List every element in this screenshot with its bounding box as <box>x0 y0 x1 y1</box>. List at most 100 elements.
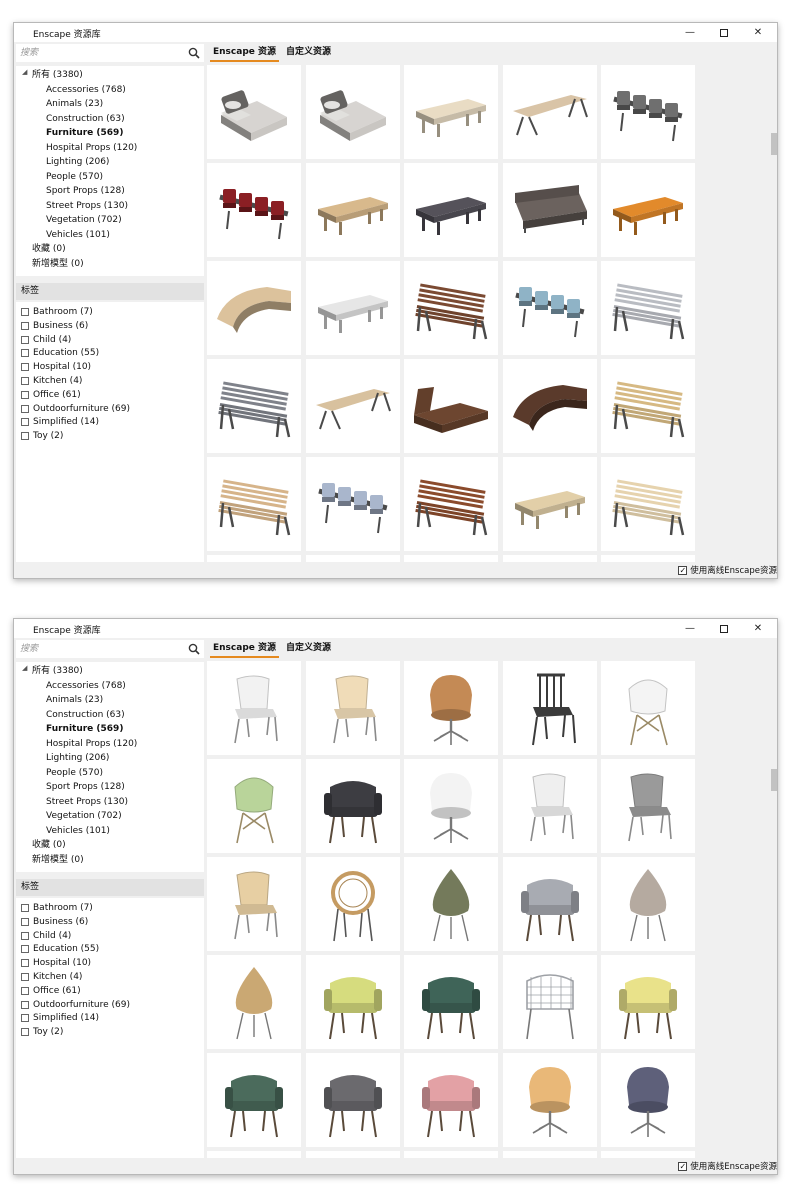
tree-item[interactable]: Animals (23) <box>46 97 103 111</box>
asset-thumbnail[interactable] <box>404 759 498 853</box>
asset-thumbnail[interactable] <box>305 955 400 1049</box>
close-button[interactable]: ✕ <box>741 619 775 638</box>
asset-thumbnail[interactable] <box>305 457 400 551</box>
asset-thumbnail[interactable] <box>305 163 400 257</box>
asset-thumbnail[interactable] <box>502 1053 597 1147</box>
asset-thumbnail[interactable] <box>502 359 597 453</box>
asset-thumbnail[interactable] <box>601 955 695 1049</box>
tree-item[interactable]: 新增模型 (0) <box>32 853 84 867</box>
search-icon[interactable] <box>188 643 200 655</box>
asset-thumbnail[interactable] <box>502 955 597 1049</box>
asset-thumbnail[interactable] <box>207 759 301 853</box>
asset-thumbnail[interactable] <box>207 661 301 755</box>
asset-thumbnail[interactable] <box>207 457 301 551</box>
vertical-scrollbar[interactable] <box>771 640 777 1158</box>
scrollbar-thumb[interactable] <box>771 133 777 156</box>
tree-item[interactable]: Vegetation (702) <box>46 213 122 227</box>
asset-thumbnail-partial[interactable] <box>601 1151 695 1158</box>
tag-checkbox[interactable]: Office (61) <box>21 388 81 402</box>
asset-thumbnail[interactable] <box>502 857 597 951</box>
tag-checkbox[interactable]: Simplified (14) <box>21 415 99 429</box>
search-icon[interactable] <box>188 47 200 59</box>
asset-thumbnail[interactable] <box>305 1053 400 1147</box>
asset-thumbnail[interactable] <box>601 857 695 951</box>
scrollbar-thumb[interactable] <box>771 768 777 791</box>
asset-thumbnail-partial[interactable] <box>502 1151 597 1158</box>
asset-thumbnail-partial[interactable] <box>207 1151 301 1158</box>
vertical-scrollbar[interactable] <box>771 44 777 562</box>
tree-item[interactable]: 收藏 (0) <box>32 838 66 852</box>
tag-checkbox[interactable]: Toy (2) <box>21 1025 63 1039</box>
asset-thumbnail-partial[interactable] <box>601 555 695 562</box>
tab-custom-assets[interactable]: 自定义资源 <box>283 44 334 62</box>
tag-checkbox[interactable]: Education (55) <box>21 942 99 956</box>
tag-checkbox[interactable]: Business (6) <box>21 319 88 333</box>
asset-thumbnail[interactable] <box>207 857 301 951</box>
tree-item[interactable]: Hospital Props (120) <box>46 141 137 155</box>
asset-thumbnail[interactable] <box>207 163 301 257</box>
asset-thumbnail-partial[interactable] <box>502 555 597 562</box>
search-input[interactable] <box>18 642 190 655</box>
asset-thumbnail[interactable] <box>502 261 597 355</box>
tree-item[interactable]: Construction (63) <box>46 708 125 722</box>
tag-checkbox[interactable]: Hospital (10) <box>21 360 91 374</box>
tree-item[interactable]: Vehicles (101) <box>46 228 110 242</box>
tree-item[interactable]: Sport Props (128) <box>46 780 125 794</box>
tree-item[interactable]: Street Props (130) <box>46 795 128 809</box>
asset-thumbnail[interactable] <box>305 857 400 951</box>
asset-thumbnail-partial[interactable] <box>404 1151 498 1158</box>
tree-item[interactable]: Lighting (206) <box>46 155 109 169</box>
maximize-button[interactable] <box>707 619 741 638</box>
tree-item[interactable]: Vegetation (702) <box>46 809 122 823</box>
tab-custom-assets[interactable]: 自定义资源 <box>283 640 334 658</box>
tree-item[interactable]: People (570) <box>46 766 103 780</box>
asset-thumbnail[interactable] <box>305 65 400 159</box>
tag-checkbox[interactable]: Business (6) <box>21 915 88 929</box>
asset-thumbnail[interactable] <box>601 163 695 257</box>
tag-checkbox[interactable]: Child (4) <box>21 333 71 347</box>
tree-item[interactable]: Furniture (569) <box>46 722 123 736</box>
expand-arrow-icon[interactable]: ◢ <box>22 68 27 76</box>
tag-checkbox[interactable]: Toy (2) <box>21 429 63 443</box>
asset-thumbnail-partial[interactable] <box>305 555 400 562</box>
title-bar[interactable]: Enscape 资源库 — ✕ <box>14 23 777 42</box>
tag-checkbox[interactable]: Bathroom (7) <box>21 305 93 319</box>
asset-thumbnail[interactable] <box>601 759 695 853</box>
tag-checkbox[interactable]: Hospital (10) <box>21 956 91 970</box>
asset-thumbnail[interactable] <box>404 65 498 159</box>
tree-item[interactable]: Lighting (206) <box>46 751 109 765</box>
asset-thumbnail[interactable] <box>404 261 498 355</box>
minimize-button[interactable]: — <box>673 619 707 638</box>
tree-item[interactable]: 所有 (3380) <box>32 664 83 678</box>
asset-thumbnail[interactable] <box>601 457 695 551</box>
tag-checkbox[interactable]: Kitchen (4) <box>21 374 82 388</box>
tree-item[interactable]: Street Props (130) <box>46 199 128 213</box>
tree-item[interactable]: Furniture (569) <box>46 126 123 140</box>
tag-checkbox[interactable]: Education (55) <box>21 346 99 360</box>
asset-thumbnail[interactable] <box>404 661 498 755</box>
asset-thumbnail[interactable] <box>601 65 695 159</box>
asset-thumbnail[interactable] <box>305 261 400 355</box>
close-button[interactable]: ✕ <box>741 23 775 42</box>
asset-thumbnail[interactable] <box>207 359 301 453</box>
asset-thumbnail[interactable] <box>207 261 301 355</box>
maximize-button[interactable] <box>707 23 741 42</box>
asset-thumbnail[interactable] <box>601 661 695 755</box>
asset-thumbnail[interactable] <box>601 1053 695 1147</box>
asset-thumbnail[interactable] <box>502 661 597 755</box>
tree-item[interactable]: Sport Props (128) <box>46 184 125 198</box>
tag-checkbox[interactable]: Outdoorfurniture (69) <box>21 402 130 416</box>
expand-arrow-icon[interactable]: ◢ <box>22 664 27 672</box>
asset-thumbnail[interactable] <box>502 163 597 257</box>
tag-checkbox[interactable]: Bathroom (7) <box>21 901 93 915</box>
tree-item[interactable]: 收藏 (0) <box>32 242 66 256</box>
asset-thumbnail[interactable] <box>502 457 597 551</box>
tree-item[interactable]: Accessories (768) <box>46 83 126 97</box>
asset-thumbnail[interactable] <box>305 359 400 453</box>
asset-thumbnail[interactable] <box>601 359 695 453</box>
asset-thumbnail[interactable] <box>305 759 400 853</box>
asset-thumbnail[interactable] <box>305 661 400 755</box>
asset-thumbnail-partial[interactable] <box>207 555 301 562</box>
asset-thumbnail[interactable] <box>404 1053 498 1147</box>
tree-item[interactable]: 新增模型 (0) <box>32 257 84 271</box>
